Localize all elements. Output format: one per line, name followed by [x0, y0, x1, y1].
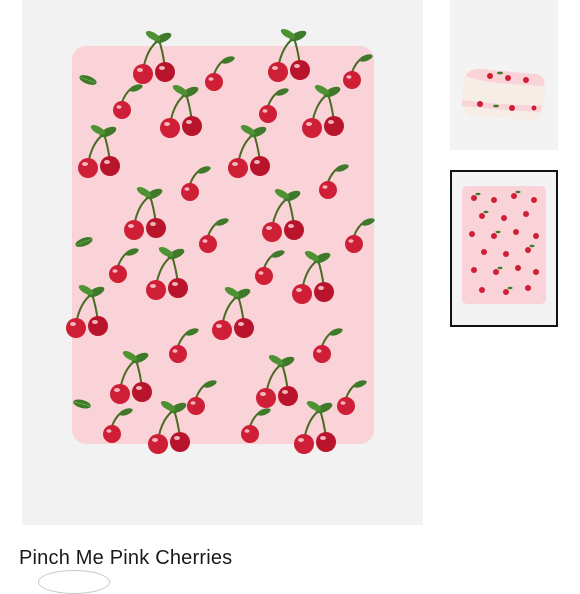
product-title: Pinch Me Pink Cherries — [19, 547, 233, 569]
folded-blanket-image — [462, 68, 547, 121]
thumbnail-folded-blanket[interactable] — [450, 0, 558, 150]
flat-blanket-image — [462, 186, 546, 304]
rating-arc — [38, 570, 110, 594]
main-product-image[interactable] — [22, 0, 423, 525]
thumbnail-flat-blanket[interactable] — [450, 170, 558, 327]
